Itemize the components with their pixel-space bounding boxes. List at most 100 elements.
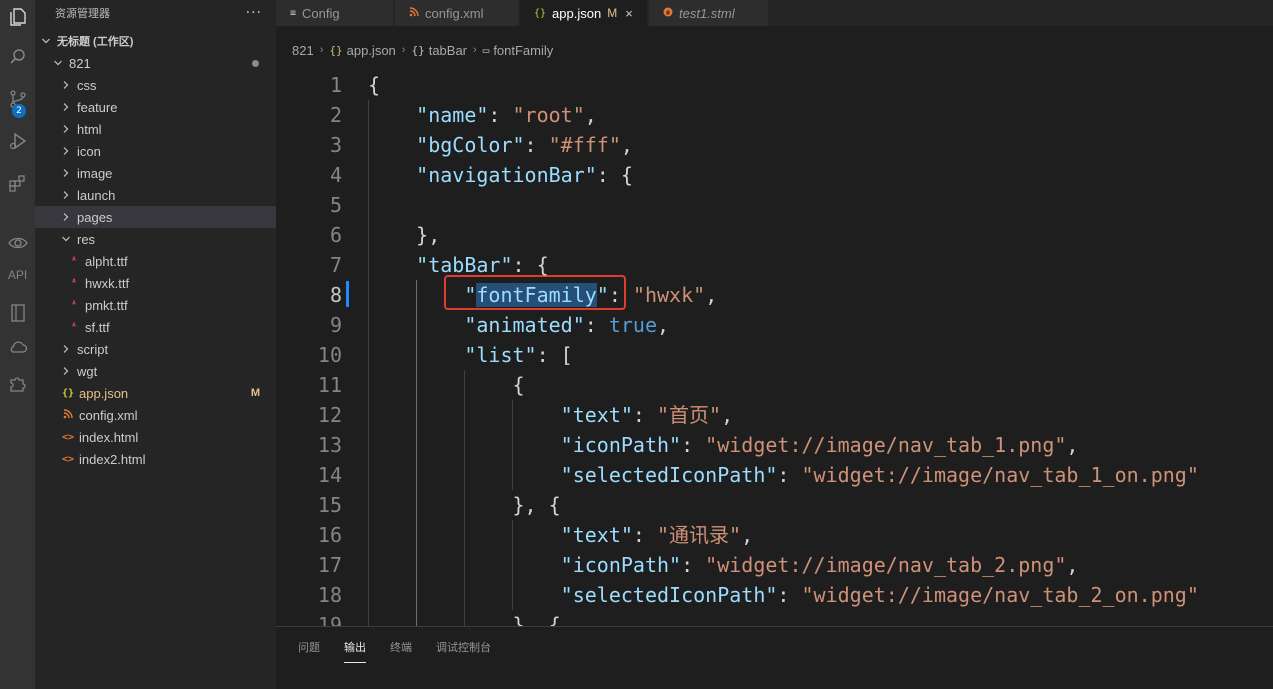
punctuation: , — [705, 283, 718, 307]
file-app-json[interactable]: {} app.json M — [35, 382, 276, 404]
punctuation — [368, 163, 416, 187]
folder-image[interactable]: image — [35, 162, 276, 184]
code-line[interactable]: 9 "animated": true, — [276, 310, 1273, 340]
tab-config-xml[interactable]: config.xml — [395, 0, 519, 26]
tab-test1-stml[interactable]: s test1.stml — [649, 0, 769, 26]
close-icon[interactable]: × — [625, 6, 633, 21]
breadcrumb-property[interactable]: fontFamily — [493, 43, 553, 58]
line-number: 3 — [329, 133, 342, 157]
file-pmkt-ttf[interactable]: ᴬ pmkt.ttf — [35, 294, 276, 316]
explorer-header: 资源管理器 ··· — [35, 0, 276, 26]
code-line[interactable]: 10 "list": [ — [276, 340, 1273, 370]
puzzle-icon[interactable] — [0, 368, 35, 398]
folder-icon[interactable]: icon — [35, 140, 276, 162]
json-icon: {} — [534, 7, 547, 19]
tab-config[interactable]: ≡ Config — [276, 0, 394, 26]
font-file-icon: ᴬ — [70, 277, 78, 289]
line-number: 18 — [317, 583, 342, 607]
code-line[interactable]: 8 "fontFamily": "hwxk", — [276, 280, 1273, 310]
folder-res[interactable]: res — [35, 228, 276, 250]
extensions-icon[interactable] — [0, 168, 35, 198]
panel-tab-output[interactable]: 输出 — [344, 639, 366, 663]
code-line[interactable]: 1{ — [276, 70, 1273, 100]
code-editor[interactable]: 1{2 "name": "root", 3 "bgColor": "#fff", 4… — [276, 70, 1273, 626]
punctuation: : — [681, 553, 706, 577]
code-text: }, { — [368, 490, 560, 520]
breadcrumb-object[interactable]: tabBar — [429, 43, 467, 58]
workspace-label: 无标题 (工作区) — [57, 36, 134, 48]
panel-tab-debug-console[interactable]: 调试控制台 — [436, 639, 491, 663]
workspace-root[interactable]: 无标题 (工作区) — [35, 30, 276, 52]
line-number: 14 — [317, 463, 342, 487]
punctuation — [368, 133, 416, 157]
folder-feature[interactable]: feature — [35, 96, 276, 118]
code-line[interactable]: 17 "iconPath": "widget://image/nav_tab_2… — [276, 550, 1273, 580]
json-key: fontFamily — [476, 283, 597, 307]
json-string: "hwxk" — [632, 283, 706, 307]
code-line[interactable]: 6 }, — [276, 220, 1273, 250]
json-string: "widget://image/nav_tab_2.png" — [705, 553, 1067, 577]
code-line[interactable]: 16 "text": "通讯录", — [276, 520, 1273, 550]
panel-tab-problems[interactable]: 问题 — [298, 639, 320, 663]
code-line[interactable]: 5 — [276, 190, 1273, 220]
json-key: "text" — [560, 523, 633, 547]
cloud-icon[interactable] — [0, 332, 35, 362]
run-debug-icon[interactable] — [0, 126, 35, 156]
tab-app-json[interactable]: {} app.json M × — [520, 0, 648, 26]
line-number: 8 — [329, 283, 342, 307]
code-line[interactable]: 19 }, { — [276, 610, 1273, 626]
code-line[interactable]: 4 "navigationBar": { — [276, 160, 1273, 190]
more-actions-icon[interactable]: ··· — [246, 5, 262, 21]
folder-css[interactable]: css — [35, 74, 276, 96]
font-file-icon: ᴬ — [70, 321, 78, 333]
folder-html[interactable]: html — [35, 118, 276, 140]
punctuation: : — [777, 583, 802, 607]
file-config-xml[interactable]: config.xml — [35, 404, 276, 426]
book-icon[interactable] — [0, 298, 35, 328]
folder-script[interactable]: script — [35, 338, 276, 360]
folder-pages[interactable]: pages — [35, 206, 276, 228]
chevron-right-icon: › — [473, 44, 477, 56]
file-index2-html[interactable]: <> index2.html — [35, 448, 276, 470]
code-line[interactable]: 3 "bgColor": "#fff", — [276, 130, 1273, 160]
eye-icon[interactable] — [0, 228, 35, 258]
code-text: "bgColor": "#fff", — [368, 130, 633, 160]
source-control-badge: 2 — [12, 104, 26, 118]
tree-item-label: res — [77, 231, 96, 247]
code-line[interactable]: 7 "tabBar": { — [276, 250, 1273, 280]
search-icon[interactable] — [0, 42, 35, 72]
code-line[interactable]: 11 { — [276, 370, 1273, 400]
json-key: "navigationBar" — [416, 163, 597, 187]
punctuation — [368, 523, 561, 547]
file-sf-ttf[interactable]: ᴬ sf.ttf — [35, 316, 276, 338]
code-line[interactable]: 13 "iconPath": "widget://image/nav_tab_1… — [276, 430, 1273, 460]
code-line[interactable]: 14 "selectedIconPath": "widget://image/n… — [276, 460, 1273, 490]
modified-dot — [252, 60, 259, 67]
punctuation: , — [1066, 553, 1079, 577]
code-line[interactable]: 12 "text": "首页", — [276, 400, 1273, 430]
folder-launch[interactable]: launch — [35, 184, 276, 206]
code-line[interactable]: 15 }, { — [276, 490, 1273, 520]
breadcrumb-file[interactable]: app.json — [347, 43, 396, 58]
punctuation: , — [721, 403, 734, 427]
modified-indicator: M — [250, 387, 260, 399]
file-index-html[interactable]: <> index.html — [35, 426, 276, 448]
api-icon[interactable]: API — [0, 268, 35, 282]
code-line[interactable]: 2 "name": "root", — [276, 100, 1273, 130]
project-folder[interactable]: 821 — [35, 52, 276, 74]
folder-wgt[interactable]: wgt — [35, 360, 276, 382]
line-number: 13 — [317, 433, 342, 457]
tree-item-label: launch — [77, 187, 116, 203]
punctuation: : — [632, 523, 657, 547]
file-hwxk-ttf[interactable]: ᴬ hwxk.ttf — [35, 272, 276, 294]
file-alpht-ttf[interactable]: ᴬ alpht.ttf — [35, 250, 276, 272]
explorer-icon[interactable] — [0, 2, 35, 32]
activity-bar: 2 API — [0, 0, 35, 689]
panel-tab-terminal[interactable]: 终端 — [390, 639, 412, 663]
code-line[interactable]: 18 "selectedIconPath": "widget://image/n… — [276, 580, 1273, 610]
punctuation — [368, 253, 416, 277]
breadcrumb-project[interactable]: 821 — [292, 43, 314, 58]
punctuation — [368, 553, 561, 577]
line-number: 10 — [317, 343, 342, 367]
rss-icon — [61, 408, 75, 422]
